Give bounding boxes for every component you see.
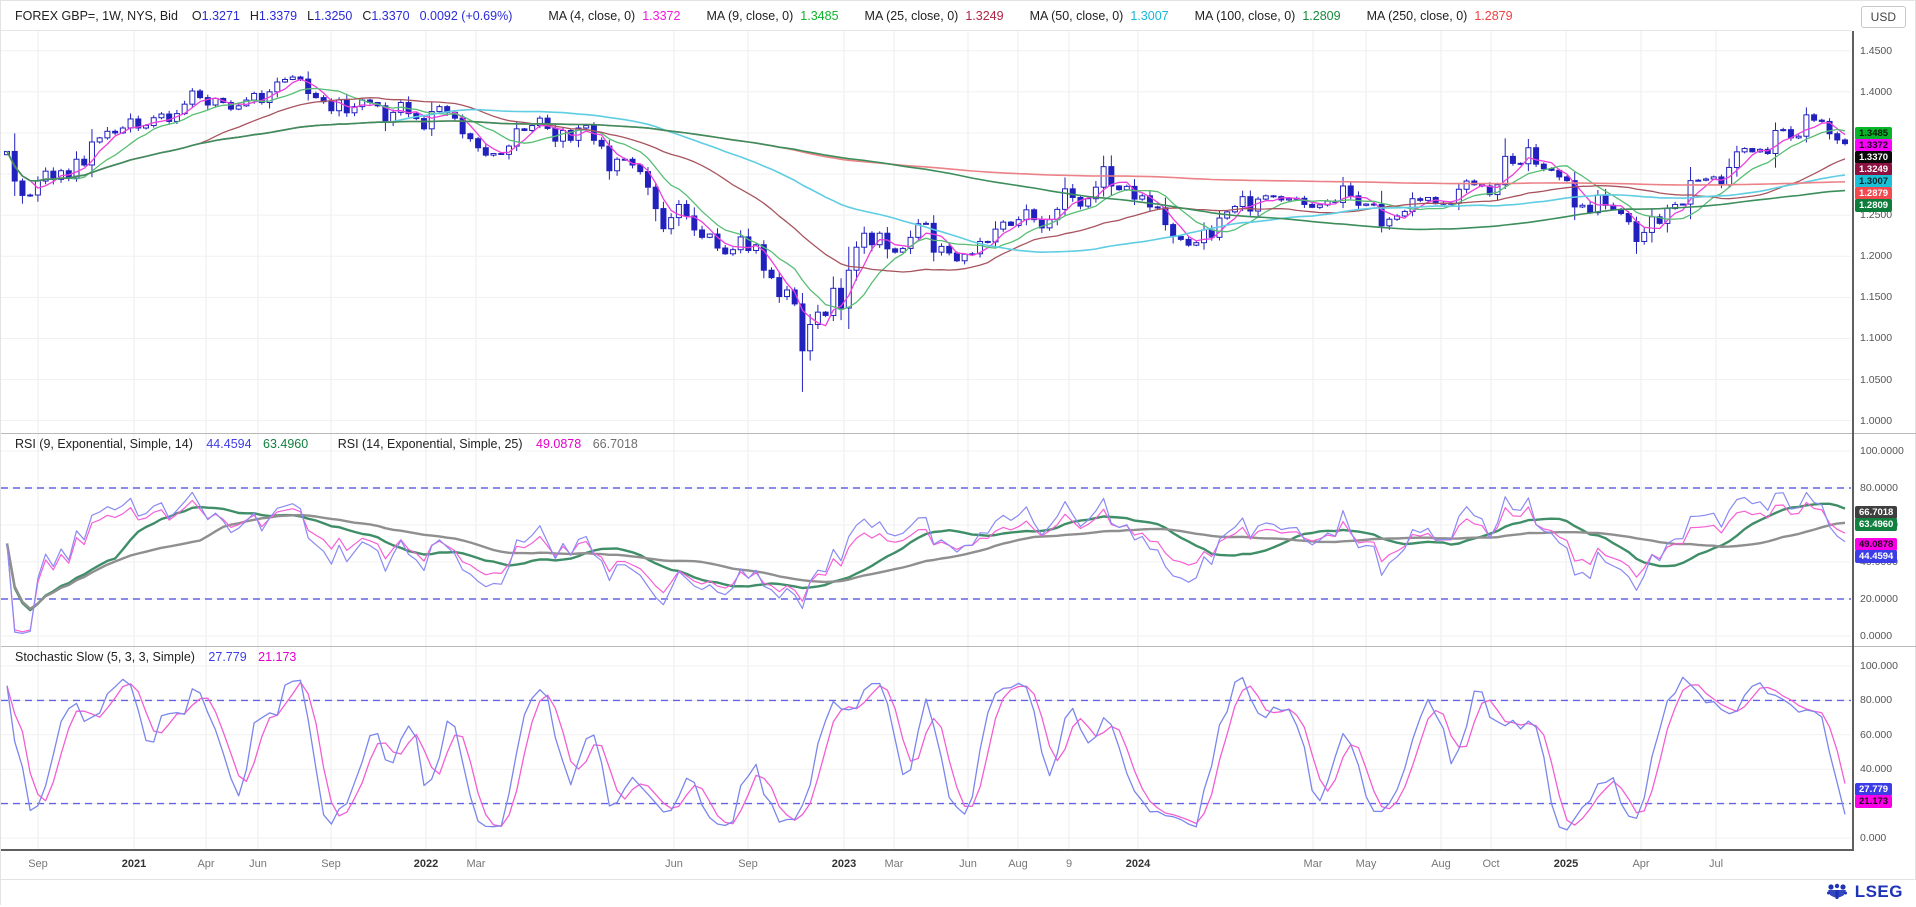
rsi9-value: 44.4594 [206,437,251,451]
time-axis-tick: Mar [454,858,498,870]
axis-tick-label: 1.4000 [1860,86,1892,98]
axis-tick-label: 40.000 [1860,763,1892,775]
time-axis-tick: Sep [726,858,770,870]
axis-tick-label: 1.2000 [1860,250,1892,262]
ohlc-item: H1.3379 [250,9,297,23]
ohlc-readout: O1.3271 H1.3379 L1.3250 C1.3370 0.0092 (+0.6… [192,9,522,23]
axis-tick-label: 1.1000 [1860,332,1892,344]
ma-legend-item[interactable]: MA (4, close, 0)1.3372 [548,9,680,23]
time-axis-tick: Aug [1419,858,1463,870]
axis-tick-label: 60.000 [1860,729,1892,741]
time-axis-tick: 2024 [1116,858,1160,870]
rsi14-label: RSI (14, Exponential, Simple, 25) [338,437,523,451]
time-axis-tick: Apr [184,858,228,870]
price-badge: 1.2809 [1855,199,1892,212]
axis-tick-label: 100.000 [1860,660,1898,672]
time-axis-tick: Jun [236,858,280,870]
price-axis-gutter: 1.45001.40001.35001.30001.25001.20001.15… [1852,1,1916,906]
axis-tick-label: 1.0500 [1860,374,1892,386]
instrument-title[interactable]: FOREX GBP=, 1W, NYS, Bid [15,9,178,23]
time-axis-tick: Aug [996,858,1040,870]
lseg-logo: LSEG [1824,881,1903,903]
ohlc-item: O1.3271 [192,9,240,23]
price-badge: 21.173 [1855,795,1892,808]
time-axis-tick: Jun [652,858,696,870]
axis-tick-label: 1.1500 [1860,291,1892,303]
time-axis-tick: Sep [16,858,60,870]
price-badge: 66.7018 [1855,506,1897,519]
time-axis-tick: 2022 [404,858,448,870]
axis-tick-label: 1.4500 [1860,45,1892,57]
axis-tick-label: 0.000 [1860,832,1886,844]
time-axis-tick: Jun [946,858,990,870]
ma-legend-item[interactable]: MA (100, close, 0)1.2809 [1195,9,1341,23]
ma-legend-item[interactable]: MA (50, close, 0)1.3007 [1030,9,1169,23]
axis-tick-label: 80.0000 [1860,482,1898,494]
ma-legend: MA (4, close, 0)1.3372 MA (9, close, 0)1.… [522,9,1512,23]
ma-legend-item[interactable]: MA (9, close, 0)1.3485 [706,9,838,23]
ohlc-item: L1.3250 [307,9,352,23]
chart-panel[interactable] [1,31,1852,433]
price-badge: 63.4960 [1855,518,1897,531]
ma-legend-item[interactable]: MA (25, close, 0)1.3249 [865,9,1004,23]
stochastic-legend[interactable]: Stochastic Slow (5, 3, 3, Simple) 27.779… [15,650,296,664]
time-axis-tick: Oct [1469,858,1513,870]
ohlc-item: C1.3370 [362,9,409,23]
time-axis-tick: Sep [309,858,353,870]
axis-tick-label: 20.0000 [1860,593,1898,605]
chart-canvas[interactable] [1,1,1852,906]
chart-application-window: FOREX GBP=, 1W, NYS, Bid O1.3271 H1.3379 L… [0,0,1916,905]
rsi-label: RSI (9, Exponential, Simple, 14) [15,437,193,451]
time-axis-tick: 2023 [822,858,866,870]
axis-tick-label: 80.000 [1860,694,1892,706]
lseg-logo-text: LSEG [1855,882,1903,902]
time-axis-line [1,849,1854,851]
currency-selector[interactable]: USD [1861,6,1906,28]
panel-divider [1,433,1916,434]
time-axis-tick: May [1344,858,1388,870]
stochastic-label: Stochastic Slow (5, 3, 3, Simple) [15,650,195,664]
stoch-k-value: 27.779 [208,650,246,664]
axis-tick-label: 0.0000 [1860,630,1892,642]
rsi9-avg-value: 63.4960 [263,437,308,451]
time-axis-tick: 2025 [1544,858,1588,870]
time-axis-tick: Mar [1291,858,1335,870]
time-axis-tick: Mar [872,858,916,870]
chart-panel[interactable] [1,433,1852,646]
chart-panel[interactable] [1,646,1852,849]
time-axis-tick: Jul [1694,858,1738,870]
time-axis-tick: Apr [1619,858,1663,870]
time-axis-tick: 9 [1047,858,1091,870]
rsi-legend[interactable]: RSI (9, Exponential, Simple, 14) 44.4594… [15,437,638,451]
chart-header: FOREX GBP=, 1W, NYS, Bid O1.3271 H1.3379 L… [1,1,1852,31]
axis-tick-label: 100.0000 [1860,445,1904,457]
lseg-crest-icon [1824,881,1850,903]
time-axis-tick: 2021 [112,858,156,870]
panel-divider [1,646,1916,647]
ohlc-item: 0.0092 (+0.69%) [420,9,513,23]
price-badge: 44.4594 [1855,550,1897,563]
rsi14-avg-value: 66.7018 [593,437,638,451]
axis-tick-label: 1.0000 [1860,415,1892,427]
stoch-d-value: 21.173 [258,650,296,664]
rsi14-value: 49.0878 [536,437,581,451]
bottom-strip [1,879,1916,907]
ma-legend-item[interactable]: MA (250, close, 0)1.2879 [1367,9,1513,23]
